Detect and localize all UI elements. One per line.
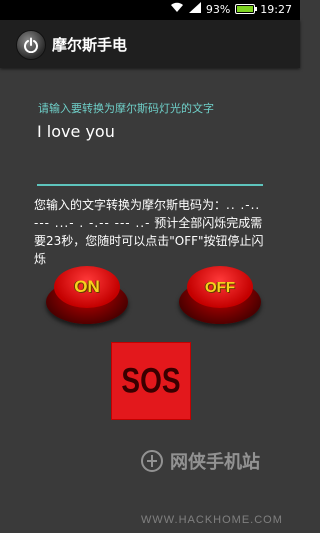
text-input-value: I love you xyxy=(37,122,115,141)
logo-icon xyxy=(141,450,163,472)
off-button-label: OFF xyxy=(205,278,235,296)
watermark-url: WWW.HACKHOME.COM xyxy=(141,514,283,526)
sos-button[interactable]: SOS xyxy=(111,342,191,420)
status-bar: 93% 19:27 xyxy=(0,0,300,20)
text-input[interactable]: I love you xyxy=(37,120,263,186)
sos-button-label: SOS xyxy=(121,361,181,400)
on-button-label: ON xyxy=(74,277,100,296)
battery-icon xyxy=(235,4,258,14)
input-prompt: 请输入要转换为摩尔斯码灯光的文字 xyxy=(38,102,214,115)
signal-icon xyxy=(188,2,201,16)
wifi-icon xyxy=(170,2,184,16)
morse-result: 您输入的文字转换为摩尔斯电码为：.. .-.. --- ...- . -.-- … xyxy=(34,196,268,268)
off-button[interactable]: OFF xyxy=(179,266,261,324)
power-icon[interactable] xyxy=(16,30,46,60)
clock: 19:27 xyxy=(260,2,292,16)
app-bar: 摩尔斯手电 xyxy=(0,20,300,68)
watermark-logo: 网侠手机站 xyxy=(140,448,260,474)
battery-percent: 93% xyxy=(205,2,231,16)
on-button[interactable]: ON xyxy=(46,266,128,324)
watermark-name: 网侠手机站 xyxy=(170,452,260,473)
morse-result-prefix: 您输入的文字转换为摩尔斯电码为： xyxy=(34,198,227,212)
app-title: 摩尔斯手电 xyxy=(52,36,128,54)
